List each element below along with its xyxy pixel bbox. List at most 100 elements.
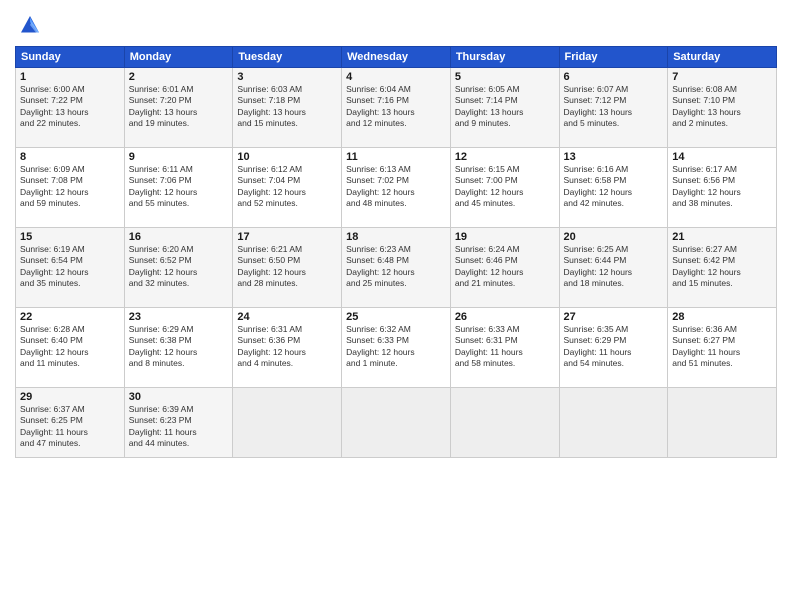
day-number: 24 xyxy=(237,311,337,323)
calendar-cell: 21Sunrise: 6:27 AM Sunset: 6:42 PM Dayli… xyxy=(668,228,777,308)
calendar-cell: 26Sunrise: 6:33 AM Sunset: 6:31 PM Dayli… xyxy=(450,308,559,388)
day-info: Sunrise: 6:13 AM Sunset: 7:02 PM Dayligh… xyxy=(346,164,446,210)
day-number: 15 xyxy=(20,231,120,243)
weekday-header-wednesday: Wednesday xyxy=(342,47,451,68)
day-info: Sunrise: 6:07 AM Sunset: 7:12 PM Dayligh… xyxy=(564,84,664,130)
day-info: Sunrise: 6:37 AM Sunset: 6:25 PM Dayligh… xyxy=(20,404,120,450)
calendar-cell: 1Sunrise: 6:00 AM Sunset: 7:22 PM Daylig… xyxy=(16,68,125,148)
day-info: Sunrise: 6:32 AM Sunset: 6:33 PM Dayligh… xyxy=(346,324,446,370)
day-number: 19 xyxy=(455,231,555,243)
day-info: Sunrise: 6:09 AM Sunset: 7:08 PM Dayligh… xyxy=(20,164,120,210)
day-info: Sunrise: 6:11 AM Sunset: 7:06 PM Dayligh… xyxy=(129,164,229,210)
weekday-header-thursday: Thursday xyxy=(450,47,559,68)
day-number: 29 xyxy=(20,391,120,403)
weekday-header-saturday: Saturday xyxy=(668,47,777,68)
weekday-header-monday: Monday xyxy=(124,47,233,68)
day-info: Sunrise: 6:15 AM Sunset: 7:00 PM Dayligh… xyxy=(455,164,555,210)
day-number: 25 xyxy=(346,311,446,323)
day-info: Sunrise: 6:33 AM Sunset: 6:31 PM Dayligh… xyxy=(455,324,555,370)
calendar-cell: 6Sunrise: 6:07 AM Sunset: 7:12 PM Daylig… xyxy=(559,68,668,148)
day-info: Sunrise: 6:27 AM Sunset: 6:42 PM Dayligh… xyxy=(672,244,772,290)
day-info: Sunrise: 6:39 AM Sunset: 6:23 PM Dayligh… xyxy=(129,404,229,450)
day-number: 17 xyxy=(237,231,337,243)
day-number: 11 xyxy=(346,151,446,163)
day-number: 10 xyxy=(237,151,337,163)
day-number: 23 xyxy=(129,311,229,323)
day-number: 1 xyxy=(20,71,120,83)
calendar-cell: 5Sunrise: 6:05 AM Sunset: 7:14 PM Daylig… xyxy=(450,68,559,148)
calendar-cell: 4Sunrise: 6:04 AM Sunset: 7:16 PM Daylig… xyxy=(342,68,451,148)
calendar-cell: 23Sunrise: 6:29 AM Sunset: 6:38 PM Dayli… xyxy=(124,308,233,388)
logo xyxy=(15,10,49,40)
calendar-cell: 14Sunrise: 6:17 AM Sunset: 6:56 PM Dayli… xyxy=(668,148,777,228)
calendar-cell: 16Sunrise: 6:20 AM Sunset: 6:52 PM Dayli… xyxy=(124,228,233,308)
day-info: Sunrise: 6:03 AM Sunset: 7:18 PM Dayligh… xyxy=(237,84,337,130)
day-info: Sunrise: 6:19 AM Sunset: 6:54 PM Dayligh… xyxy=(20,244,120,290)
day-info: Sunrise: 6:17 AM Sunset: 6:56 PM Dayligh… xyxy=(672,164,772,210)
day-number: 27 xyxy=(564,311,664,323)
calendar-cell: 28Sunrise: 6:36 AM Sunset: 6:27 PM Dayli… xyxy=(668,308,777,388)
calendar-cell: 20Sunrise: 6:25 AM Sunset: 6:44 PM Dayli… xyxy=(559,228,668,308)
logo-icon xyxy=(15,10,45,40)
day-number: 28 xyxy=(672,311,772,323)
calendar-cell: 22Sunrise: 6:28 AM Sunset: 6:40 PM Dayli… xyxy=(16,308,125,388)
calendar-cell: 15Sunrise: 6:19 AM Sunset: 6:54 PM Dayli… xyxy=(16,228,125,308)
calendar-cell xyxy=(559,388,668,458)
day-info: Sunrise: 6:29 AM Sunset: 6:38 PM Dayligh… xyxy=(129,324,229,370)
day-info: Sunrise: 6:04 AM Sunset: 7:16 PM Dayligh… xyxy=(346,84,446,130)
calendar-cell xyxy=(450,388,559,458)
calendar-week-row: 8Sunrise: 6:09 AM Sunset: 7:08 PM Daylig… xyxy=(16,148,777,228)
day-info: Sunrise: 6:08 AM Sunset: 7:10 PM Dayligh… xyxy=(672,84,772,130)
calendar-week-row: 29Sunrise: 6:37 AM Sunset: 6:25 PM Dayli… xyxy=(16,388,777,458)
day-info: Sunrise: 6:28 AM Sunset: 6:40 PM Dayligh… xyxy=(20,324,120,370)
calendar-week-row: 1Sunrise: 6:00 AM Sunset: 7:22 PM Daylig… xyxy=(16,68,777,148)
calendar-week-row: 22Sunrise: 6:28 AM Sunset: 6:40 PM Dayli… xyxy=(16,308,777,388)
day-info: Sunrise: 6:31 AM Sunset: 6:36 PM Dayligh… xyxy=(237,324,337,370)
calendar-cell: 2Sunrise: 6:01 AM Sunset: 7:20 PM Daylig… xyxy=(124,68,233,148)
day-number: 8 xyxy=(20,151,120,163)
day-number: 7 xyxy=(672,71,772,83)
weekday-header-row: SundayMondayTuesdayWednesdayThursdayFrid… xyxy=(16,47,777,68)
day-info: Sunrise: 6:24 AM Sunset: 6:46 PM Dayligh… xyxy=(455,244,555,290)
day-number: 3 xyxy=(237,71,337,83)
calendar-cell xyxy=(233,388,342,458)
day-number: 9 xyxy=(129,151,229,163)
calendar-cell: 27Sunrise: 6:35 AM Sunset: 6:29 PM Dayli… xyxy=(559,308,668,388)
weekday-header-sunday: Sunday xyxy=(16,47,125,68)
day-number: 18 xyxy=(346,231,446,243)
calendar-cell: 25Sunrise: 6:32 AM Sunset: 6:33 PM Dayli… xyxy=(342,308,451,388)
day-info: Sunrise: 6:12 AM Sunset: 7:04 PM Dayligh… xyxy=(237,164,337,210)
page: SundayMondayTuesdayWednesdayThursdayFrid… xyxy=(0,0,792,612)
day-number: 16 xyxy=(129,231,229,243)
day-info: Sunrise: 6:21 AM Sunset: 6:50 PM Dayligh… xyxy=(237,244,337,290)
weekday-header-tuesday: Tuesday xyxy=(233,47,342,68)
calendar-week-row: 15Sunrise: 6:19 AM Sunset: 6:54 PM Dayli… xyxy=(16,228,777,308)
day-info: Sunrise: 6:20 AM Sunset: 6:52 PM Dayligh… xyxy=(129,244,229,290)
calendar-cell: 9Sunrise: 6:11 AM Sunset: 7:06 PM Daylig… xyxy=(124,148,233,228)
day-number: 30 xyxy=(129,391,229,403)
day-info: Sunrise: 6:16 AM Sunset: 6:58 PM Dayligh… xyxy=(564,164,664,210)
calendar-cell: 24Sunrise: 6:31 AM Sunset: 6:36 PM Dayli… xyxy=(233,308,342,388)
day-number: 5 xyxy=(455,71,555,83)
day-info: Sunrise: 6:25 AM Sunset: 6:44 PM Dayligh… xyxy=(564,244,664,290)
calendar-cell: 11Sunrise: 6:13 AM Sunset: 7:02 PM Dayli… xyxy=(342,148,451,228)
day-number: 2 xyxy=(129,71,229,83)
calendar-cell: 30Sunrise: 6:39 AM Sunset: 6:23 PM Dayli… xyxy=(124,388,233,458)
day-info: Sunrise: 6:05 AM Sunset: 7:14 PM Dayligh… xyxy=(455,84,555,130)
calendar-cell: 10Sunrise: 6:12 AM Sunset: 7:04 PM Dayli… xyxy=(233,148,342,228)
calendar-cell xyxy=(342,388,451,458)
day-number: 13 xyxy=(564,151,664,163)
day-number: 6 xyxy=(564,71,664,83)
day-number: 26 xyxy=(455,311,555,323)
calendar-cell: 8Sunrise: 6:09 AM Sunset: 7:08 PM Daylig… xyxy=(16,148,125,228)
day-info: Sunrise: 6:01 AM Sunset: 7:20 PM Dayligh… xyxy=(129,84,229,130)
calendar-cell: 12Sunrise: 6:15 AM Sunset: 7:00 PM Dayli… xyxy=(450,148,559,228)
day-info: Sunrise: 6:35 AM Sunset: 6:29 PM Dayligh… xyxy=(564,324,664,370)
calendar-table: SundayMondayTuesdayWednesdayThursdayFrid… xyxy=(15,46,777,458)
day-info: Sunrise: 6:00 AM Sunset: 7:22 PM Dayligh… xyxy=(20,84,120,130)
day-number: 21 xyxy=(672,231,772,243)
calendar-cell xyxy=(668,388,777,458)
day-number: 20 xyxy=(564,231,664,243)
calendar-cell: 13Sunrise: 6:16 AM Sunset: 6:58 PM Dayli… xyxy=(559,148,668,228)
calendar-cell: 17Sunrise: 6:21 AM Sunset: 6:50 PM Dayli… xyxy=(233,228,342,308)
